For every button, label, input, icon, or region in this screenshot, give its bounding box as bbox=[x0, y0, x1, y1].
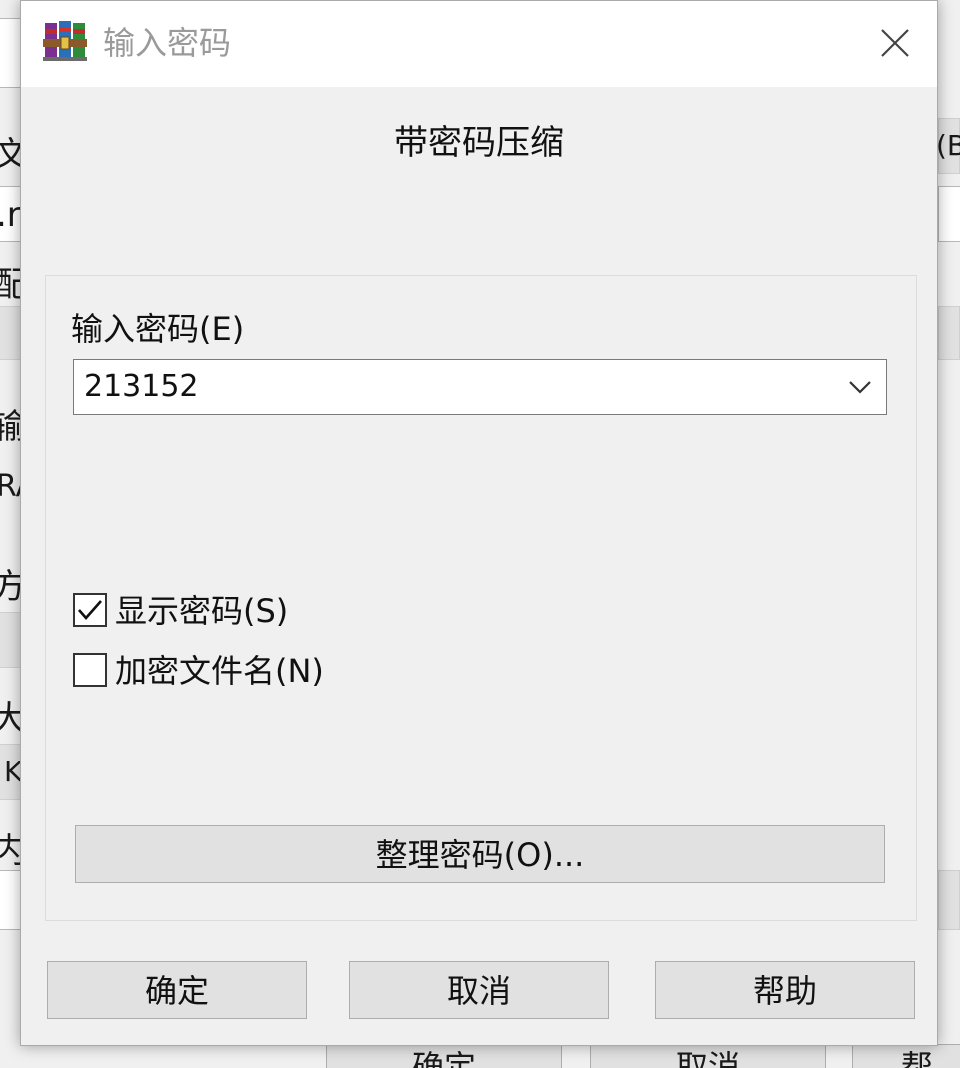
winrar-books-icon bbox=[43, 19, 87, 63]
organize-passwords-button[interactable]: 整理密码(O)... bbox=[75, 825, 885, 883]
password-dialog: 输入密码 带密码压缩 输入密码(E) 213152 显示密码(S) 加密文件名(… bbox=[20, 0, 938, 1046]
bg-strip-left bbox=[0, 306, 22, 360]
bg-help-button: 帮 bbox=[852, 1044, 960, 1068]
bg-strip-left bbox=[0, 612, 22, 668]
bg-field-left bbox=[0, 18, 22, 88]
bg-ok-button: 确定 bbox=[326, 1044, 562, 1068]
chevron-down-icon bbox=[849, 381, 871, 394]
encrypt-filenames-label: 加密文件名(N) bbox=[115, 652, 324, 690]
cancel-button[interactable]: 取消 bbox=[349, 961, 609, 1019]
password-combobox[interactable]: 213152 bbox=[73, 359, 887, 415]
bg-text-fragment: (B bbox=[936, 129, 960, 162]
password-label: 输入密码(E) bbox=[71, 310, 245, 348]
bg-strip-right bbox=[938, 870, 960, 930]
dialog-heading: 带密码压缩 bbox=[394, 123, 564, 163]
encrypt-filenames-box[interactable] bbox=[73, 653, 107, 687]
close-icon bbox=[881, 29, 909, 57]
bg-field-left bbox=[0, 870, 22, 930]
ok-button[interactable]: 确定 bbox=[47, 961, 307, 1019]
close-button[interactable] bbox=[867, 17, 923, 69]
bg-cancel-button: 取消 bbox=[590, 1044, 826, 1068]
show-password-label: 显示密码(S) bbox=[115, 592, 289, 630]
dropdown-button[interactable] bbox=[842, 368, 878, 406]
show-password-box[interactable] bbox=[73, 593, 107, 627]
help-button[interactable]: 帮助 bbox=[655, 961, 915, 1019]
checkmark-icon bbox=[78, 600, 102, 620]
bg-field-right bbox=[938, 186, 960, 242]
bg-text-fragment: .r bbox=[0, 195, 21, 235]
bg-strip-right bbox=[938, 306, 960, 360]
dialog-title: 输入密码 bbox=[103, 24, 232, 62]
password-value: 213152 bbox=[84, 369, 199, 404]
title-bar: 输入密码 bbox=[21, 1, 937, 87]
